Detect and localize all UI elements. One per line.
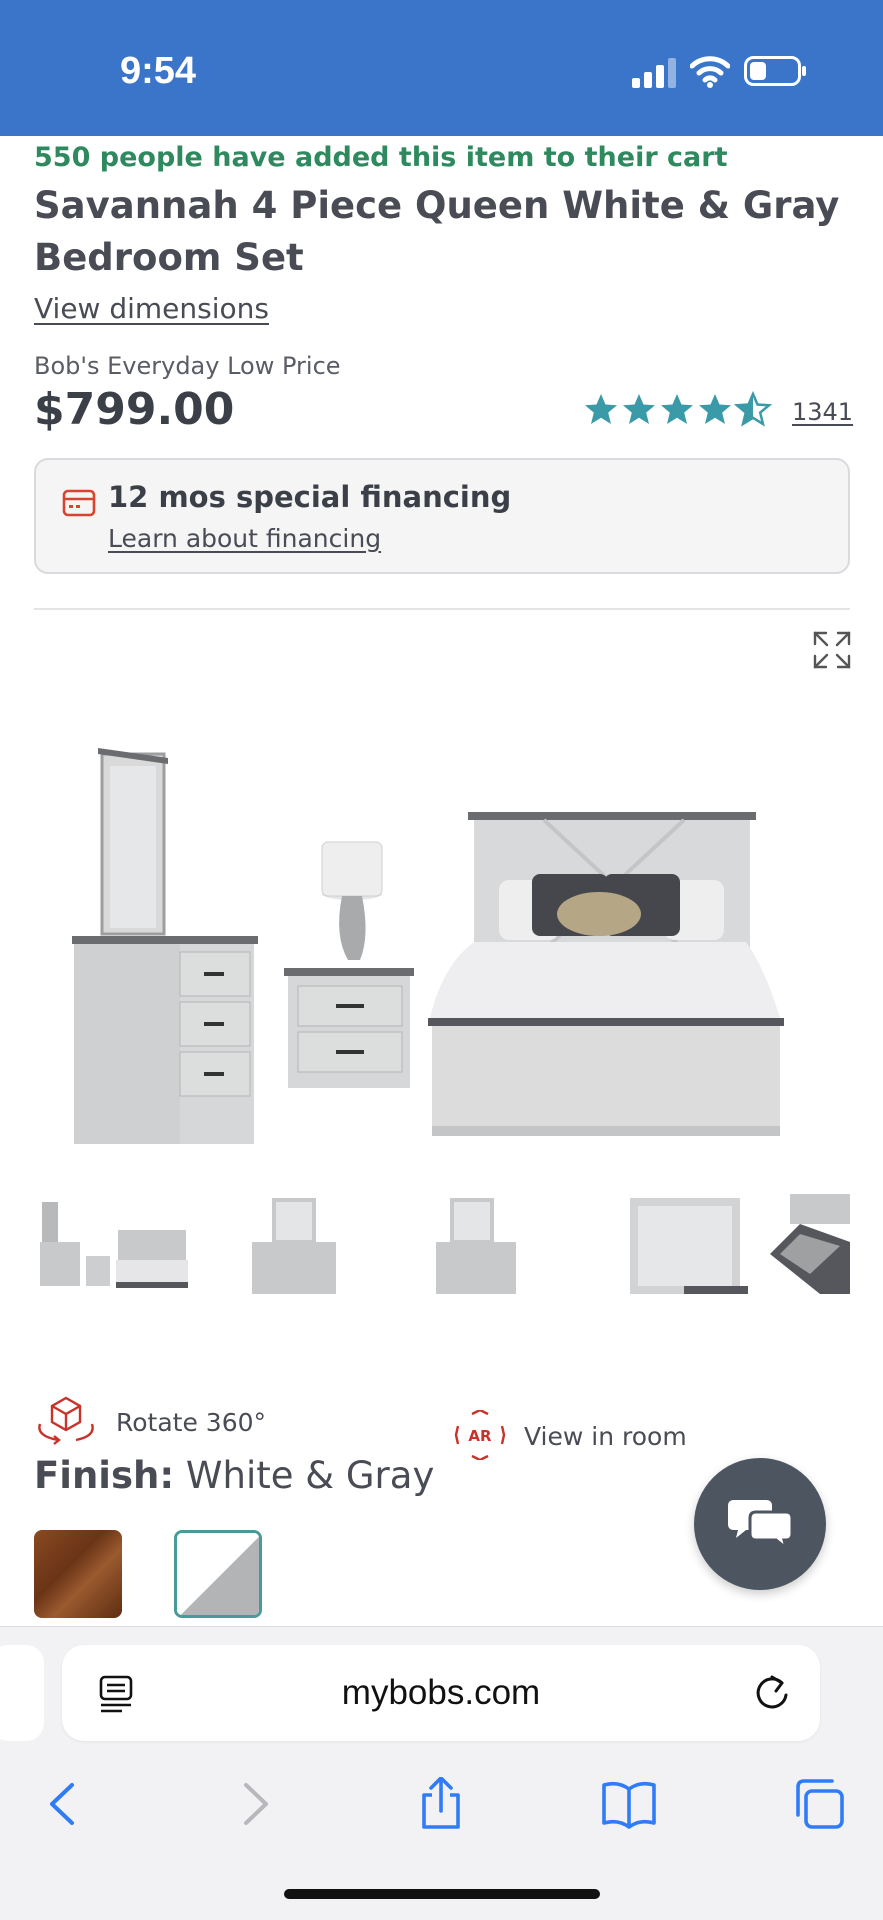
star-icon (699, 394, 731, 424)
product-title: Savannah 4 Piece Queen White & Gray Bedr… (34, 184, 840, 279)
product-price: $799.00 (34, 384, 235, 435)
signal-icon (632, 58, 676, 88)
tabs-icon[interactable] (792, 1777, 846, 1831)
thumbnail[interactable] (624, 1194, 784, 1300)
view-in-room-label[interactable]: View in room (524, 1422, 687, 1451)
chat-button[interactable] (694, 1458, 826, 1590)
previous-tab-peek[interactable] (0, 1645, 44, 1741)
finish-label: Finish: (34, 1454, 175, 1497)
credit-card-icon (62, 489, 96, 517)
reload-icon[interactable] (752, 1673, 792, 1713)
financing-box: 12 mos special financing Learn about fin… (34, 458, 850, 574)
view-dimensions-link[interactable]: View dimensions (34, 292, 269, 325)
thumbnail[interactable] (770, 1194, 850, 1300)
product-main-image[interactable] (44, 656, 844, 1236)
star-rating[interactable] (584, 390, 774, 430)
half-star-icon (735, 392, 771, 426)
battery-icon (744, 56, 806, 86)
finish-selector-label: Finish: White & Gray (34, 1454, 434, 1497)
thumbnail[interactable] (436, 1194, 596, 1300)
status-time: 9:54 (120, 50, 197, 92)
ar-icon[interactable]: AR (454, 1410, 506, 1460)
share-icon[interactable] (414, 1777, 468, 1831)
bookmarks-icon[interactable] (602, 1777, 656, 1831)
thumbnail[interactable] (252, 1194, 412, 1300)
divider (34, 608, 850, 610)
home-indicator (284, 1889, 600, 1899)
browser-toolbar: mybobs.com (0, 1626, 883, 1920)
price-label: Bob's Everyday Low Price (34, 352, 341, 380)
star-icon (585, 394, 617, 424)
review-count-link[interactable]: 1341 (792, 398, 853, 426)
image-thumbnails (34, 1194, 850, 1314)
finish-value: White & Gray (185, 1454, 435, 1497)
url-text[interactable]: mybobs.com (62, 1673, 820, 1713)
chat-bubbles-icon (728, 1500, 794, 1552)
back-icon[interactable] (36, 1777, 90, 1831)
swatch-wood[interactable] (34, 1530, 122, 1618)
thumbnail[interactable] (34, 1194, 194, 1300)
rotate-360-label: Rotate 360° (116, 1408, 267, 1437)
swatch-white-gray[interactable] (174, 1530, 262, 1618)
forward-icon[interactable] (228, 1777, 282, 1831)
ar-icon-text: AR (468, 1427, 492, 1445)
status-bar: 9:54 (0, 0, 883, 136)
star-icon (623, 394, 655, 424)
financing-title: 12 mos special financing (108, 480, 512, 514)
cart-popularity-note: 550 people have added this item to their… (34, 142, 728, 173)
learn-financing-link[interactable]: Learn about financing (108, 524, 381, 553)
wifi-icon (690, 56, 730, 88)
star-icon (661, 394, 693, 424)
rotate-360-icon (38, 1396, 94, 1445)
address-bar[interactable]: mybobs.com (62, 1645, 820, 1741)
